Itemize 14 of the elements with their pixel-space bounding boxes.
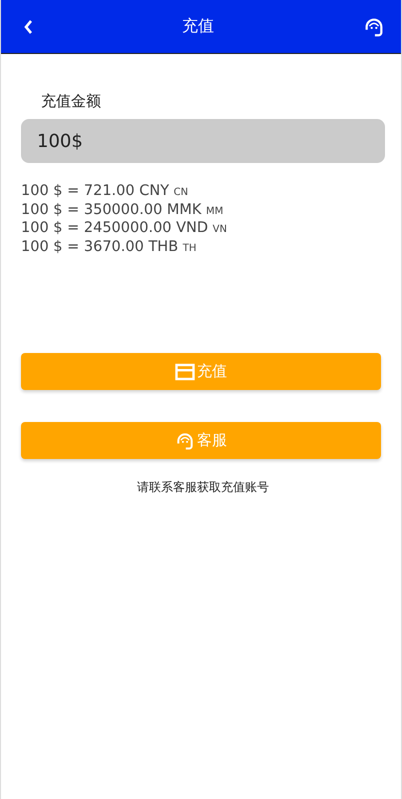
action-button[interactable]: 客服 bbox=[21, 422, 381, 460]
headset-icon bbox=[175, 430, 195, 451]
exchange-rate-text: 100 $ = 2450000.00 VND VN bbox=[21, 220, 228, 238]
exchange-rate-text: 100 $ = 350000.00 MMK MM bbox=[21, 202, 224, 220]
exchange-rate-text: 100 $ = 3670.00 THB TH bbox=[21, 238, 198, 257]
hint-text: 请联系客服获取充值账号 bbox=[136, 479, 270, 496]
card-icon bbox=[175, 362, 195, 381]
exchange-rate-text: 100 $ = 721.00 CNY CN bbox=[21, 183, 190, 201]
amount-label: 充值金额 bbox=[41, 92, 101, 111]
action-button[interactable]: 充值 bbox=[21, 353, 381, 390]
amount-field[interactable]: 100$ bbox=[21, 119, 385, 163]
headset-icon[interactable] bbox=[363, 16, 385, 38]
page-title: 充值 bbox=[182, 16, 214, 37]
back-icon[interactable] bbox=[23, 18, 33, 34]
